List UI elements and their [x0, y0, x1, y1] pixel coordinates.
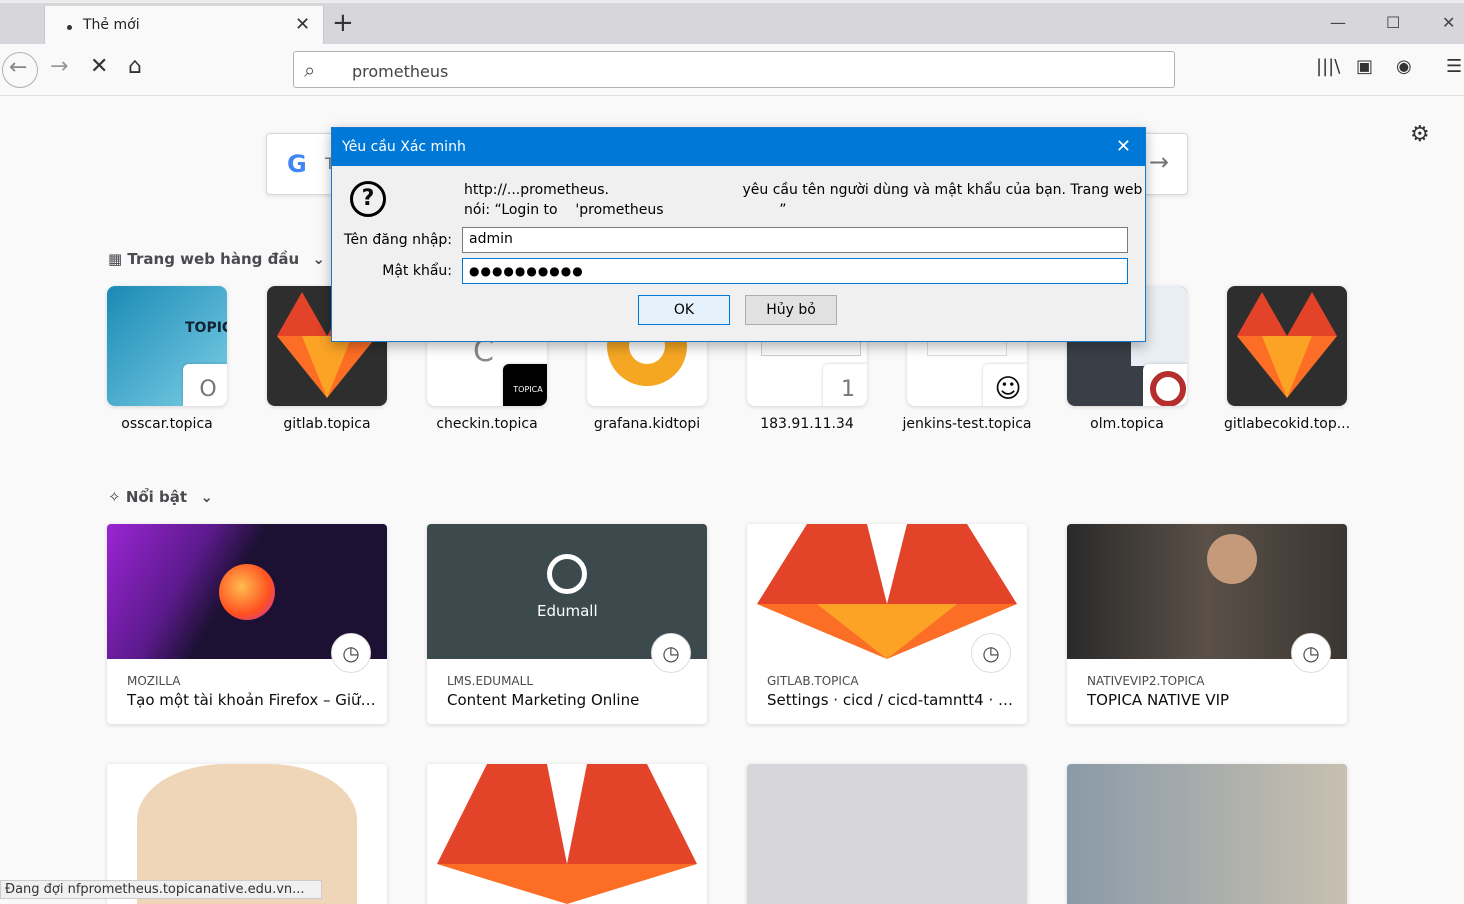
- highlight-card-business[interactable]: [1067, 764, 1347, 904]
- topica-osscar-icon: TOPICA: [503, 364, 547, 406]
- dialog-message: http://...prometheus. yêu cầu tên người …: [464, 180, 1143, 220]
- gitlab-logo-icon: [437, 764, 697, 904]
- cancel-button[interactable]: Hủy bỏ: [745, 295, 837, 325]
- password-label: Mật khẩu:: [382, 263, 452, 279]
- top-site-gitlabecokid[interactable]: gitlabecokid.top...: [1224, 286, 1350, 432]
- home-icon[interactable]: ⌂: [128, 54, 142, 79]
- window-close-icon[interactable]: ✕: [1442, 13, 1455, 32]
- top-site-osscar[interactable]: TOPIC O osscar.topica: [107, 286, 227, 432]
- maximize-icon[interactable]: ☐: [1386, 13, 1400, 32]
- ok-button[interactable]: OK: [638, 295, 730, 325]
- question-icon: ?: [350, 181, 386, 217]
- back-arrow-icon: ←: [9, 55, 28, 80]
- clock-icon: ◷: [971, 633, 1011, 673]
- firefox-logo-icon: [219, 564, 275, 620]
- minimize-icon[interactable]: —: [1330, 13, 1346, 32]
- clock-icon: ◷: [331, 633, 371, 673]
- olm-logo-icon: [1143, 364, 1187, 406]
- top-site-label: 183.91.11.34: [760, 416, 854, 432]
- tab-new[interactable]: Thẻ mới ✕: [44, 6, 324, 47]
- highlights-title: Nổi bật: [125, 488, 188, 506]
- top-sites-title: Trang web hàng đầu: [127, 250, 300, 268]
- person-photo: [1207, 534, 1257, 584]
- top-site-label: gitlab.topica: [283, 416, 371, 432]
- topica-logo-icon: TOPIC: [185, 320, 227, 336]
- card-title: Content Marketing Online: [447, 691, 640, 709]
- google-logo-icon: G: [287, 150, 307, 178]
- dialog-title: Yêu cầu Xác minh: [342, 139, 466, 155]
- password-field[interactable]: ●●●●●●●●●●: [462, 258, 1128, 284]
- site-icon: O: [183, 364, 227, 406]
- settings-gear-icon[interactable]: ⚙: [1410, 122, 1430, 147]
- top-site-label: grafana.kidtopi: [593, 416, 701, 432]
- chevron-down-icon: ⌄: [312, 250, 325, 268]
- username-field[interactable]: admin: [462, 227, 1128, 253]
- card-title: Tạo một tài khoản Firefox – Giữ d...: [127, 691, 377, 709]
- tab-title: Thẻ mới: [83, 17, 140, 33]
- top-site-label: checkin.topica: [436, 416, 538, 432]
- dialog-close-icon[interactable]: ✕: [1116, 136, 1131, 157]
- url-text: prometheus: [352, 62, 449, 81]
- auth-dialog: Yêu cầu Xác minh ✕ ? http://...prometheu…: [331, 127, 1146, 342]
- navigation-toolbar: ← → ✕ ⌂ ⌕ prometheus |||\ ▣ ◉ ☰: [0, 44, 1464, 96]
- dialog-message-line1: http://...prometheus. yêu cầu tên người …: [464, 182, 1143, 198]
- card-source: MOZILLA: [127, 674, 181, 688]
- stop-icon[interactable]: ✕: [90, 54, 108, 79]
- highlight-card-mozilla[interactable]: ◷ MOZILLA Tạo một tài khoản Firefox – Gi…: [107, 524, 387, 724]
- forward-arrow-icon[interactable]: →: [50, 54, 68, 79]
- sparkle-icon: ✧: [108, 488, 121, 506]
- menu-icon[interactable]: ☰: [1446, 56, 1462, 77]
- url-bar[interactable]: ⌕ prometheus: [293, 51, 1175, 88]
- username-label: Tên đăng nhập:: [343, 232, 452, 248]
- highlight-card-gitlab-2[interactable]: [427, 764, 707, 904]
- dialog-title-bar: Yêu cầu Xác minh ✕: [332, 128, 1145, 166]
- highlights-header[interactable]: ✧ Nổi bật ⌄: [108, 488, 213, 506]
- top-site-label: gitlabecokid.top...: [1223, 416, 1351, 432]
- card-source: GITLAB.TOPICA: [767, 674, 859, 688]
- dialog-message-line2: nói: “Login to 'prometheus ”: [464, 202, 787, 218]
- tab-strip: Thẻ mới ✕ + — ☐ ✕: [0, 0, 1464, 47]
- grid-icon: ▦: [108, 250, 123, 268]
- card-title: Settings · cicd / cicd-tamntt4 · Git...: [767, 691, 1017, 709]
- top-sites-header[interactable]: ▦ Trang web hàng đầu ⌄: [108, 250, 325, 268]
- gitlab-logo-icon: [1237, 292, 1337, 398]
- top-site-label: jenkins-test.topica: [902, 416, 1032, 432]
- highlight-card-topica-native[interactable]: ◷ NATIVEVIP2.TOPICA TOPICA NATIVE VIP: [1067, 524, 1347, 724]
- search-icon: ⌕: [304, 58, 316, 82]
- chevron-down-icon: ⌄: [200, 488, 213, 506]
- card-source: NATIVEVIP2.TOPICA: [1087, 674, 1205, 688]
- highlight-card-blank[interactable]: [747, 764, 1027, 904]
- sidebar-icon[interactable]: ▣: [1356, 56, 1373, 77]
- library-icon[interactable]: |||\: [1316, 56, 1340, 77]
- loading-dot-icon: [67, 25, 72, 30]
- new-tab-icon[interactable]: +: [332, 8, 354, 38]
- highlight-card-edumall[interactable]: Edumall ◷ LMS.EDUMALL Content Marketing …: [427, 524, 707, 724]
- top-site-label: osscar.topica: [121, 416, 213, 432]
- status-bar: Đang đợi nfprometheus.topicanative.edu.v…: [0, 880, 322, 899]
- edumall-wordmark: Edumall: [537, 602, 598, 620]
- search-go-icon[interactable]: →: [1149, 148, 1169, 176]
- clock-icon: ◷: [651, 633, 691, 673]
- tab-close-icon[interactable]: ✕: [295, 14, 310, 35]
- highlight-card-gitlab[interactable]: ◷ GITLAB.TOPICA Settings · cicd / cicd-t…: [747, 524, 1027, 724]
- top-site-label: olm.topica: [1090, 416, 1164, 432]
- site-badge: 1: [823, 364, 867, 406]
- edumall-logo-icon: [547, 554, 587, 594]
- card-source: LMS.EDUMALL: [447, 674, 534, 688]
- clock-icon: ◷: [1291, 633, 1331, 673]
- card-title: TOPICA NATIVE VIP: [1087, 691, 1230, 709]
- account-icon[interactable]: ◉: [1396, 56, 1412, 77]
- jenkins-logo-icon: ☺: [983, 364, 1027, 406]
